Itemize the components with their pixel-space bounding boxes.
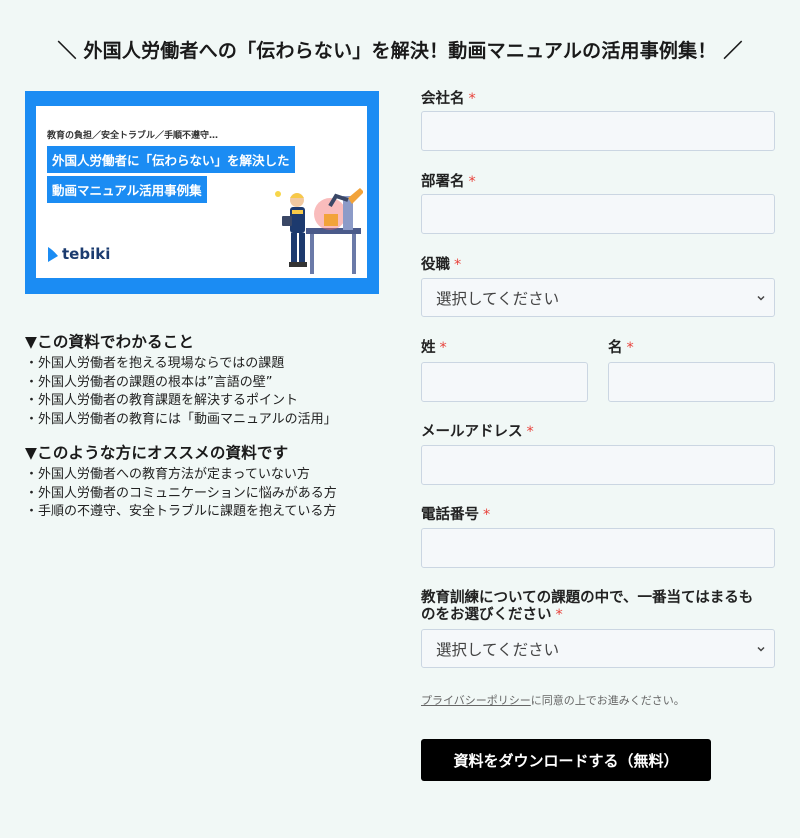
position-label-text: 役職 — [421, 257, 450, 273]
email-label: メールアドレス * — [421, 424, 534, 441]
banner-card: 教育の負担／安全トラブル／手順不遵守… 外国人労働者に「伝わらない」を解決した … — [36, 106, 367, 278]
tebiki-logo-icon — [48, 246, 58, 262]
privacy-notice: プライバシーポリシーに同意の上でお進みください。 — [421, 692, 685, 708]
brand-name: tebiki — [62, 245, 111, 263]
download-submit-button[interactable]: 資料をダウンロードする（無料） — [421, 739, 711, 781]
required-mark: * — [468, 174, 476, 190]
phone-label-text: 電話番号 — [421, 507, 479, 523]
brand-logo: tebiki — [47, 245, 110, 263]
position-select[interactable]: 選択してください — [421, 278, 775, 317]
list-item: ・手順の不遵守、安全トラブルに課題を抱えている方 — [25, 504, 337, 519]
phone-label: 電話番号 * — [421, 507, 490, 524]
privacy-text: に同意の上でお進みください。 — [530, 694, 685, 707]
list-item: ・外国人労働者を抱える現場ならではの課題 — [25, 356, 285, 371]
required-mark: * — [468, 91, 476, 107]
banner-title-line1: 外国人労働者に「伝わらない」を解決した — [47, 146, 295, 173]
required-mark: * — [526, 424, 534, 440]
company-label: 会社名 * — [421, 91, 476, 108]
department-label-text: 部署名 — [421, 174, 465, 190]
page-heading: ＼ 外国人労働者への「伝わらない」を解決！動画マニュアルの活用事例集！ ／ — [57, 40, 743, 62]
banner-kicker: 教育の負担／安全トラブル／手順不遵守… — [47, 131, 219, 141]
worker-robot-illustration-icon — [275, 188, 363, 274]
info-block-title: ▼このような方にオススメの資料です — [25, 444, 289, 462]
email-input[interactable] — [421, 445, 775, 485]
email-label-text: メールアドレス — [421, 424, 523, 440]
required-mark: * — [555, 607, 563, 623]
required-mark: * — [454, 257, 462, 273]
required-mark: * — [626, 340, 634, 356]
list-item: ・外国人労働者への教育方法が定まっていない方 — [25, 467, 310, 482]
info-block-audience: ▼このような方にオススメの資料です ・外国人労働者への教育方法が定まっていない方… — [25, 441, 385, 522]
challenge-label: 教育訓練についての課題の中で、一番当てはまるも のをお選びください * — [421, 590, 775, 624]
chevron-down-icon — [757, 295, 765, 301]
position-label: 役職 * — [421, 257, 461, 274]
firstname-input[interactable] — [608, 362, 775, 402]
info-list: ・外国人労働者への教育方法が定まっていない方 ・外国人労働者のコミュニケーション… — [25, 466, 385, 522]
document-banner: 教育の負担／安全トラブル／手順不遵守… 外国人労働者に「伝わらない」を解決した … — [25, 91, 379, 294]
challenge-label-line2: のをお選びください — [421, 607, 552, 623]
company-label-text: 会社名 — [421, 91, 465, 107]
info-block-title: ▼この資料でわかること — [25, 333, 195, 351]
required-mark: * — [439, 340, 447, 356]
banner-title-line2: 動画マニュアル活用事例集 — [47, 176, 207, 203]
position-select-value: 選択してください — [436, 289, 560, 308]
challenge-select[interactable]: 選択してください — [421, 629, 775, 668]
challenge-select-value: 選択してください — [436, 640, 560, 659]
info-list: ・外国人労働者を抱える現場ならではの課題 ・外国人労働者の課題の根本は”言語の壁… — [25, 355, 385, 429]
department-label: 部署名 * — [421, 174, 476, 191]
required-mark: * — [483, 507, 491, 523]
firstname-label-text: 名 — [608, 340, 623, 356]
challenge-label-line1: 教育訓練についての課題の中で、一番当てはまるも — [421, 590, 754, 606]
phone-input[interactable] — [421, 528, 775, 568]
department-input[interactable] — [421, 194, 775, 234]
lastname-label-text: 姓 — [421, 340, 436, 356]
lastname-input[interactable] — [421, 362, 588, 402]
firstname-label: 名 * — [608, 340, 634, 357]
list-item: ・外国人労働者の教育課題を解決するポイント — [25, 393, 299, 408]
privacy-policy-link[interactable]: プライバシーポリシー — [421, 694, 531, 707]
lastname-label: 姓 * — [421, 340, 447, 357]
list-item: ・外国人労働者の課題の根本は”言語の壁” — [25, 374, 273, 390]
company-input[interactable] — [421, 111, 775, 151]
list-item: ・外国人労働者のコミュニケーションに悩みがある方 — [25, 485, 337, 501]
chevron-down-icon — [757, 646, 765, 652]
info-block-contents: ▼この資料でわかること ・外国人労働者を抱える現場ならではの課題 ・外国人労働者… — [25, 330, 385, 429]
list-item: ・外国人労働者の教育には「動画マニュアルの活用」 — [25, 411, 337, 427]
